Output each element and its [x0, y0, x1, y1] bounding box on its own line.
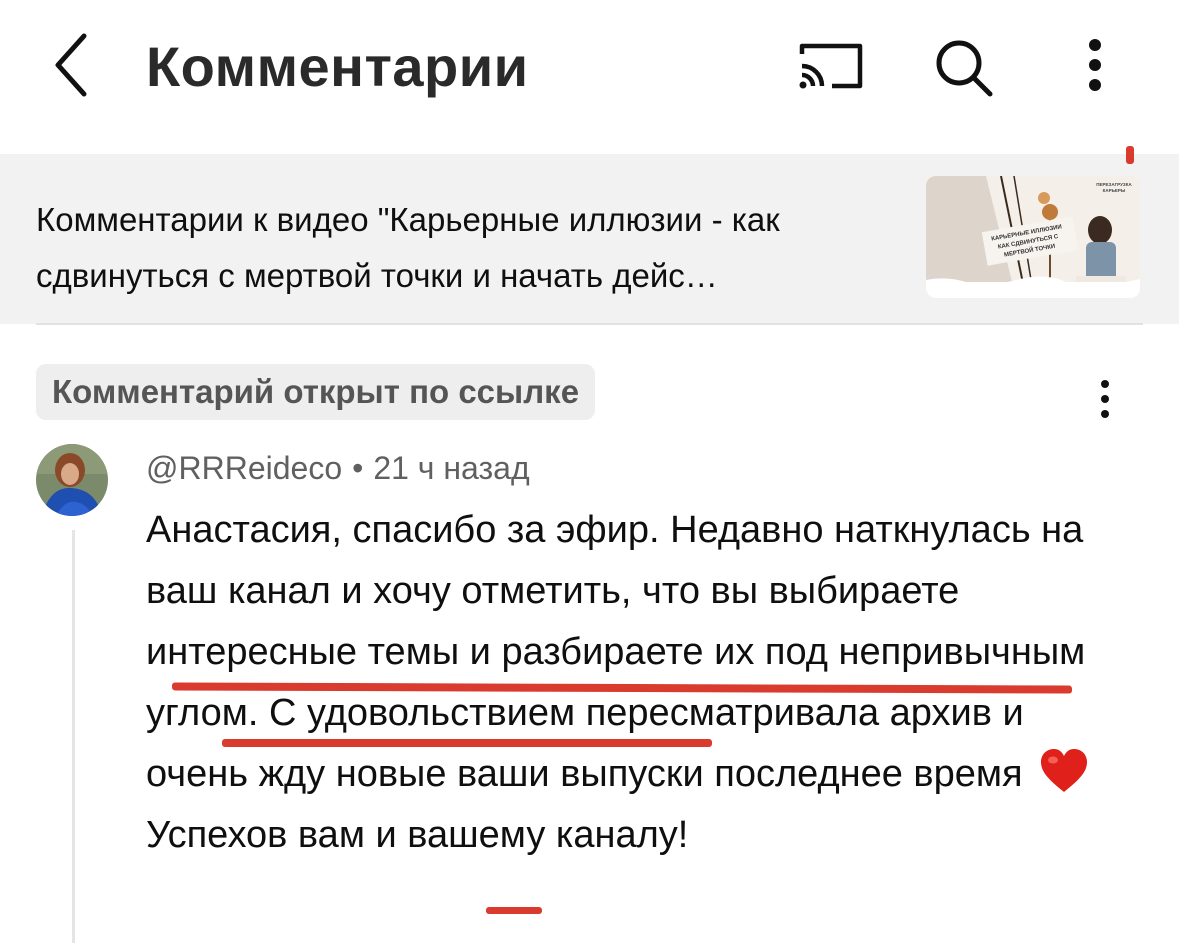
- svg-text:ПЕРЕЗАГРУЗКА: ПЕРЕЗАГРУЗКА: [1096, 182, 1132, 187]
- red-mark: [1126, 146, 1134, 164]
- comment-time: 21 ч назад: [373, 450, 530, 486]
- red-underline: [486, 907, 542, 914]
- comment-more-icon[interactable]: [1092, 378, 1118, 424]
- search-icon[interactable]: [932, 38, 996, 98]
- meta-separator: •: [352, 450, 364, 486]
- video-thumbnail[interactable]: КАРЬЕРНЫЕ ИЛЛЮЗИИ КАК СДВИНУТЬСЯ С МЕРТВ…: [926, 176, 1140, 298]
- linked-comment-badge: Комментарий открыт по ссылке: [36, 364, 596, 420]
- avatar[interactable]: [36, 444, 108, 516]
- comment-body: Анастасия, спасибо за эфир. Недавно натк…: [146, 509, 1086, 795]
- more-vertical-icon[interactable]: [1080, 38, 1110, 96]
- back-icon[interactable]: [48, 30, 98, 100]
- heart-emoji-icon: [1039, 748, 1089, 794]
- cast-icon[interactable]: [798, 40, 864, 92]
- page-title: Комментарии: [146, 35, 529, 98]
- comment-meta: @RRReideco • 21 ч назад: [146, 450, 530, 487]
- red-underline: [222, 739, 712, 747]
- thread-line: [72, 530, 75, 943]
- svg-text:КАРЬЕРЫ: КАРЬЕРЫ: [1103, 188, 1126, 193]
- divider: [36, 323, 1143, 325]
- video-title-text[interactable]: Комментарии к видео "Карьерные иллюзии -…: [36, 192, 906, 304]
- comment-body-end: Успехов вам и вашему каналу!: [146, 814, 689, 856]
- comment-author[interactable]: @RRReideco: [146, 450, 342, 486]
